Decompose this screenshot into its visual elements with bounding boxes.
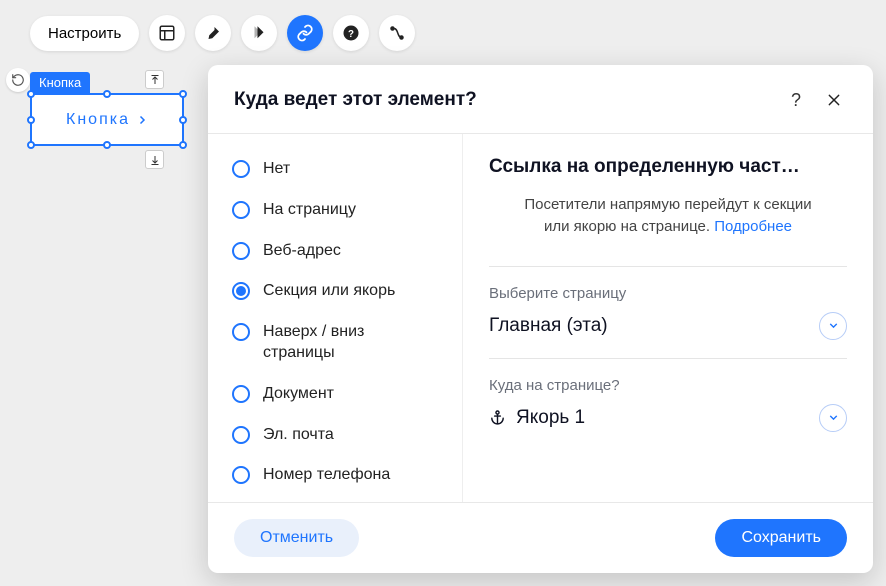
flow-icon[interactable] [379,15,415,51]
resize-handle[interactable] [179,90,187,98]
dialog-header: Куда ведет этот элемент? ? [208,65,873,134]
help-icon[interactable]: ? [333,15,369,51]
radio-label: Секция или якорь [263,281,395,302]
design-brush-icon[interactable] [195,15,231,51]
selection-tag: Кнопка [30,72,90,94]
anchor-icon [489,409,506,426]
resize-handle[interactable] [27,116,35,124]
field-label: Куда на странице? [489,377,847,394]
link-option-document[interactable]: Документ [222,377,448,412]
radio-icon [232,426,250,444]
toolbar: Настроить ? [30,15,415,51]
field-label: Выберите страницу [489,285,847,302]
radio-icon [232,160,250,178]
animation-icon[interactable] [241,15,277,51]
panel-title: Ссылка на определенную част… [489,156,847,178]
link-option-section[interactable]: Секция или якорь [222,274,448,309]
link-option-phone[interactable]: Номер телефона [222,458,448,493]
panel-description: Посетители напрямую перейдут к секции ил… [489,194,847,238]
radio-label: Веб-адрес [263,241,341,262]
selected-element-text: Кнопка [66,111,130,129]
customize-button[interactable]: Настроить [30,16,139,51]
link-option-page[interactable]: На страницу [222,193,448,228]
radio-label: Эл. почта [263,425,334,446]
link-option-topbottom[interactable]: Наверх / вниз страницы [222,315,448,371]
close-icon[interactable] [821,87,847,113]
resize-handle[interactable] [103,141,111,149]
radio-icon [232,282,250,300]
stretch-down-icon[interactable] [145,150,164,169]
svg-text:?: ? [348,29,354,40]
select-anchor-field: Куда на странице? Якорь 1 [489,358,847,450]
radio-label: Наверх / вниз страницы [263,322,438,364]
resize-handle[interactable] [27,90,35,98]
chevron-down-icon [819,312,847,340]
selected-element[interactable]: Кнопка [30,93,184,146]
dialog-help-icon[interactable]: ? [783,87,809,113]
link-option-web[interactable]: Веб-адрес [222,234,448,269]
select-page-field: Выберите страницу Главная (эта) [489,266,847,358]
link-icon[interactable] [287,15,323,51]
radio-label: Номер телефона [263,465,390,486]
link-option-email[interactable]: Эл. почта [222,418,448,453]
desc-line-1: Посетители напрямую перейдут к секции [524,196,811,213]
radio-icon [232,242,250,260]
dialog-body: Нет На страницу Веб-адрес Секция или яко… [208,134,873,502]
page-select-value: Главная (эта) [489,315,608,337]
link-option-none[interactable]: Нет [222,152,448,187]
undo-history-icon[interactable] [6,68,30,92]
page-select[interactable]: Главная (эта) [489,312,847,350]
chevron-down-icon [819,404,847,432]
resize-handle[interactable] [27,141,35,149]
resize-handle[interactable] [103,90,111,98]
layout-icon[interactable] [149,15,185,51]
save-button[interactable]: Сохранить [715,519,847,557]
radio-icon [232,466,250,484]
chevron-right-icon [136,114,148,126]
radio-icon [232,385,250,403]
anchor-select[interactable]: Якорь 1 [489,404,847,442]
link-type-list: Нет На страницу Веб-адрес Секция или яко… [208,134,463,502]
radio-icon [232,201,250,219]
anchor-select-value: Якорь 1 [489,407,585,429]
resize-handle[interactable] [179,116,187,124]
cancel-button[interactable]: Отменить [234,519,359,557]
stretch-up-icon[interactable] [145,70,164,89]
radio-label: Документ [263,384,334,405]
learn-more-link[interactable]: Подробнее [714,218,792,235]
radio-icon [232,323,250,341]
resize-handle[interactable] [179,141,187,149]
radio-label: Нет [263,159,290,180]
link-details-panel: Ссылка на определенную част… Посетители … [463,134,873,502]
anchor-value-text: Якорь 1 [516,407,585,429]
link-dialog: Куда ведет этот элемент? ? Нет На страни… [208,65,873,573]
radio-label: На страницу [263,200,356,221]
desc-line-2: или якорю на странице. [544,218,714,235]
dialog-title: Куда ведет этот элемент? [234,89,771,111]
dialog-footer: Отменить Сохранить [208,502,873,573]
